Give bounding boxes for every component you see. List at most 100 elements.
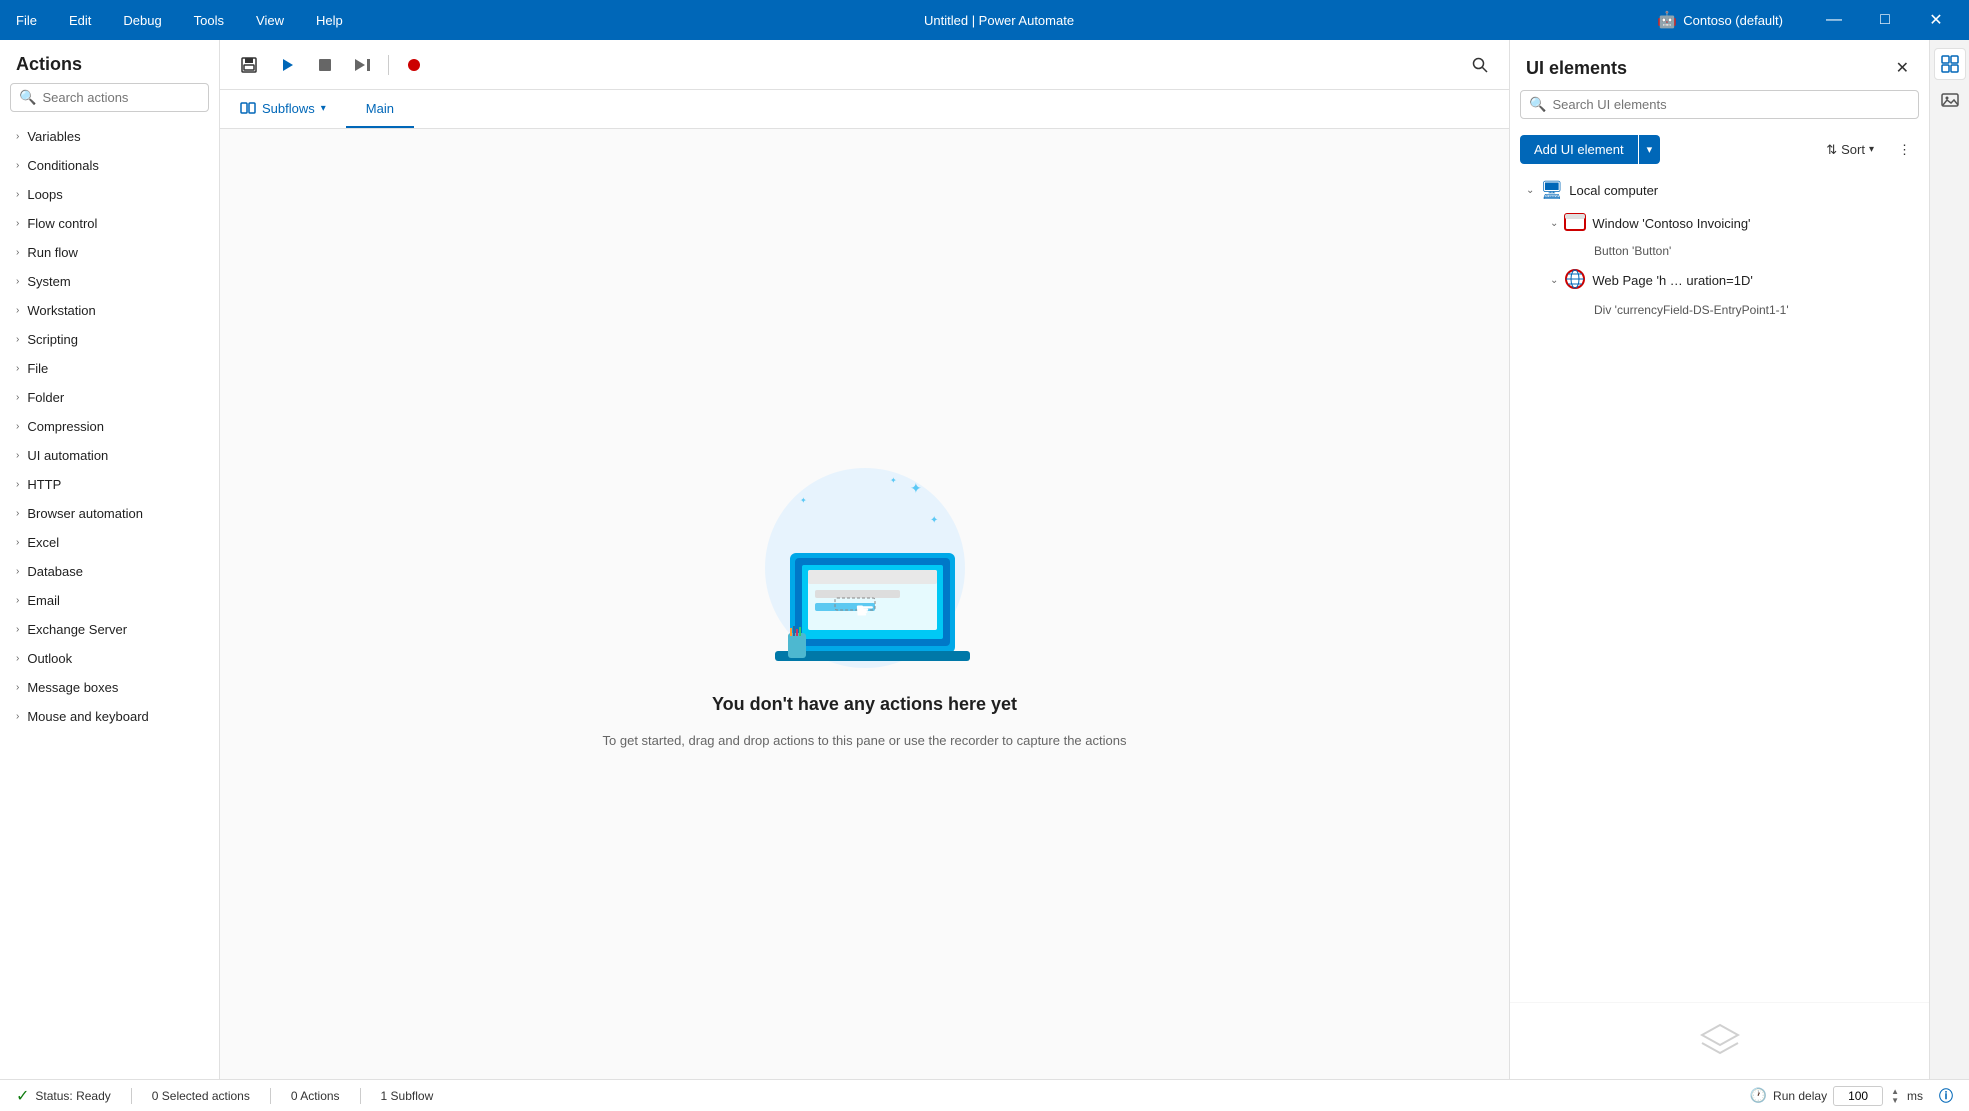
status-label: Status: Ready [35,1089,110,1103]
action-label: Exchange Server [27,622,127,637]
chevron-icon: › [16,682,19,693]
svg-text:✦: ✦ [910,480,922,496]
tree-div-node[interactable]: Div 'currencyField-DS-EntryPoint1-1' [1538,299,1929,321]
action-label: Outlook [27,651,72,666]
chevron-down-icon: ▾ [1869,144,1874,155]
action-label: Browser automation [27,506,143,521]
empty-state: ✦ ✦ ✦ ✦ ✦ [603,458,1127,751]
close-button[interactable]: ✕ [1913,0,1959,40]
canvas-search-button[interactable] [1463,48,1497,82]
ui-elements-search-input[interactable] [1552,97,1910,112]
tree-webpage-node[interactable]: ⌄ Web Page 'h … uration=1D' [1538,262,1929,299]
action-item-outlook[interactable]: › Outlook [0,644,219,673]
main-layout: Actions 🔍 › Variables › Conditionals › L… [0,40,1969,1079]
chevron-icon: › [16,189,19,200]
menu-file[interactable]: File [10,9,43,32]
action-item-flow-control[interactable]: › Flow control [0,209,219,238]
tab-subflows[interactable]: Subflows ▾ [220,90,346,128]
tree-local-computer[interactable]: ⌄ 🖥 Local computer [1510,174,1929,207]
tree-window-node[interactable]: ⌄ Window 'Contoso Invoicing' [1538,207,1929,240]
search-icon: 🔍 [19,89,36,106]
ui-elements-panel: UI elements ✕ 🔍 Add UI element ▾ ⇅ Sort … [1509,40,1929,1079]
chevron-icon: › [16,276,19,287]
action-item-run-flow[interactable]: › Run flow [0,238,219,267]
chevron-icon: › [16,711,19,722]
action-item-system[interactable]: › System [0,267,219,296]
action-item-file[interactable]: › File [0,354,219,383]
action-item-variables[interactable]: › Variables [0,122,219,151]
more-options-button[interactable]: ⋮ [1890,136,1919,164]
info-icon[interactable]: ⓘ [1939,1086,1953,1106]
sort-button[interactable]: ⇅ Sort ▾ [1818,136,1882,164]
action-item-conditionals[interactable]: › Conditionals [0,151,219,180]
action-item-ui-automation[interactable]: › UI automation [0,441,219,470]
tree-button-node[interactable]: Button 'Button' [1538,240,1929,262]
minimize-button[interactable]: — [1811,0,1857,40]
maximize-button[interactable]: □ [1862,0,1908,40]
action-item-excel[interactable]: › Excel [0,528,219,557]
chevron-icon: › [16,421,19,432]
action-item-message-boxes[interactable]: › Message boxes [0,673,219,702]
action-item-mouse-keyboard[interactable]: › Mouse and keyboard [0,702,219,731]
local-computer-label: Local computer [1569,183,1658,198]
actions-search-box[interactable]: 🔍 [10,83,209,112]
action-item-browser-automation[interactable]: › Browser automation [0,499,219,528]
spinner-up-button[interactable]: ▲ [1889,1087,1901,1096]
layers-icon-area [1510,1002,1929,1079]
record-button[interactable] [397,48,431,82]
chevron-icon: › [16,247,19,258]
action-label: System [27,274,70,289]
action-item-database[interactable]: › Database [0,557,219,586]
action-label: Variables [27,129,80,144]
chevron-icon: › [16,537,19,548]
add-ui-dropdown-button[interactable]: ▾ [1639,135,1661,164]
action-item-exchange-server[interactable]: › Exchange Server [0,615,219,644]
action-item-loops[interactable]: › Loops [0,180,219,209]
chevron-icon: › [16,479,19,490]
menu-tools[interactable]: Tools [188,9,230,32]
canvas-area: ✦ ✦ ✦ ✦ ✦ [220,129,1509,1079]
action-item-scripting[interactable]: › Scripting [0,325,219,354]
actions-header: Actions [0,40,219,83]
div-label: Div 'currencyField-DS-EntryPoint1-1' [1594,303,1789,317]
empty-title: You don't have any actions here yet [712,694,1017,715]
run-delay-input[interactable] [1833,1086,1883,1106]
menu-help[interactable]: Help [310,9,349,32]
action-label: Conditionals [27,158,99,173]
empty-illustration: ✦ ✦ ✦ ✦ ✦ [725,458,1005,678]
chevron-icon: › [16,653,19,664]
sidebar-image-icon[interactable] [1934,84,1966,116]
subflows-label: Subflows [262,101,315,116]
webpage-label: Web Page 'h … uration=1D' [1592,273,1752,288]
chevron-down-icon: ⌄ [1550,218,1558,229]
search-input[interactable] [42,90,200,105]
next-button[interactable] [346,48,380,82]
sidebar-ui-elements-icon[interactable] [1934,48,1966,80]
add-ui-element-button[interactable]: Add UI element [1520,135,1638,164]
run-button[interactable] [270,48,304,82]
action-item-http[interactable]: › HTTP [0,470,219,499]
action-item-folder[interactable]: › Folder [0,383,219,412]
chevron-icon: › [16,595,19,606]
stop-button[interactable] [308,48,342,82]
chevron-down-icon: ▾ [321,103,326,114]
chevron-icon: › [16,392,19,403]
action-item-email[interactable]: › Email [0,586,219,615]
tab-main[interactable]: Main [346,90,414,128]
menu-debug[interactable]: Debug [117,9,167,32]
menu-edit[interactable]: Edit [63,9,97,32]
menu-view[interactable]: View [250,9,290,32]
user-label: Contoso (default) [1683,13,1783,28]
run-delay-spinner: ▲ ▼ [1889,1087,1901,1105]
action-item-compression[interactable]: › Compression [0,412,219,441]
spinner-down-button[interactable]: ▼ [1889,1096,1901,1105]
tree-window-section: ⌄ Window 'Contoso Invoicing' Button 'But… [1510,207,1929,262]
window-controls: — □ ✕ [1811,0,1959,40]
save-button[interactable] [232,48,266,82]
close-panel-button[interactable]: ✕ [1892,54,1913,82]
ui-elements-search-box[interactable]: 🔍 [1520,90,1919,119]
svg-text:✦: ✦ [890,476,897,485]
search-icon: 🔍 [1529,96,1546,113]
action-item-workstation[interactable]: › Workstation [0,296,219,325]
user-account[interactable]: 🤖 Contoso (default) [1649,6,1791,34]
